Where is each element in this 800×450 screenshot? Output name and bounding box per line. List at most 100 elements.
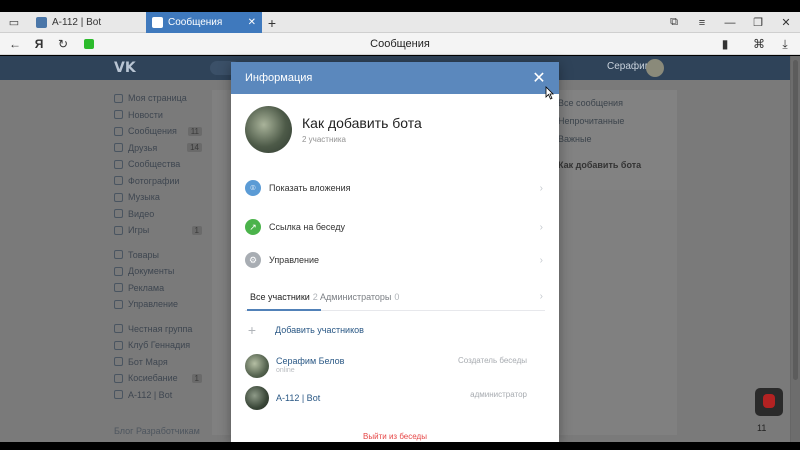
tabs-menu-icon[interactable]: ▭ xyxy=(4,12,24,33)
chat-link-button[interactable]: ↗ Ссылка на беседу › xyxy=(245,217,545,237)
sidebar-item-communities[interactable]: Сообщества xyxy=(114,156,204,173)
tab-messages[interactable]: Сообщения ✕ xyxy=(146,12,262,33)
letterbox-top xyxy=(0,0,800,12)
avatar[interactable] xyxy=(646,59,664,77)
sidebar-item-label: Сообщения xyxy=(128,126,177,137)
reload-icon[interactable]: ↻ xyxy=(54,33,72,55)
left-footer-links[interactable]: Блог Разработчикам xyxy=(114,426,200,436)
member-name[interactable]: A-112 | Bot xyxy=(276,393,320,403)
tab-administrators[interactable]: Администраторы 0 xyxy=(320,287,399,311)
members-tabs: Все участники 2 Администраторы 0 › xyxy=(245,287,545,311)
page-title[interactable]: Сообщения xyxy=(0,33,800,55)
sidebar-item-games[interactable]: Игры 1 xyxy=(114,222,204,239)
filter-important[interactable]: Важные xyxy=(558,134,591,144)
minimize-icon[interactable]: — xyxy=(720,12,740,33)
paperclip-icon: ⌾ xyxy=(245,180,261,196)
leave-chat-button[interactable]: Выйти из беседы xyxy=(231,432,559,441)
new-tab-button[interactable]: + xyxy=(262,12,282,33)
back-arrow-icon[interactable]: ← xyxy=(6,33,24,55)
current-chat-link[interactable]: Как добавить бота xyxy=(558,160,641,170)
avatar[interactable] xyxy=(245,386,269,410)
sidebar-item-group[interactable]: Косиебание 1 xyxy=(114,370,204,387)
tab-label: A-112 | Bot xyxy=(52,17,102,28)
chat-title[interactable]: Как добавить бота xyxy=(302,115,422,131)
news-icon xyxy=(114,110,123,120)
count-badge: 1 xyxy=(191,225,202,235)
restore-icon[interactable]: ❐ xyxy=(748,12,768,33)
show-attachments-button[interactable]: ⌾ Показать вложения › xyxy=(245,178,545,198)
filter-all-messages[interactable]: Все сообщения xyxy=(558,98,623,108)
yandex-icon[interactable]: Я xyxy=(30,33,48,55)
add-members-label: Добавить участников xyxy=(275,325,364,335)
vk-favicon-icon xyxy=(36,17,47,28)
modal-header: Информация ✕ xyxy=(231,62,559,94)
management-button[interactable]: ⚙ Управление › xyxy=(245,250,545,270)
vk-user-name[interactable]: Серафим xyxy=(607,61,652,72)
sidebar-item-label: Друзья xyxy=(128,142,158,153)
sidebar-item-group[interactable]: Бот Маря xyxy=(114,354,204,371)
member-row[interactable]: A-112 | Bot администратор xyxy=(245,386,545,412)
sidebar-item-video[interactable]: Видео xyxy=(114,206,204,223)
games-icon xyxy=(114,225,123,235)
tab-count: 0 xyxy=(394,292,400,302)
count-badge: 1 xyxy=(191,373,202,383)
tab-label: Все участники xyxy=(250,292,310,302)
tab-all-members[interactable]: Все участники 2 xyxy=(247,287,321,311)
chat-avatar[interactable] xyxy=(245,106,292,153)
scroll-thumb[interactable] xyxy=(793,60,798,380)
management-icon xyxy=(114,299,123,309)
sidebar-item-group[interactable]: Честная группа xyxy=(114,321,204,338)
chevron-right-icon: › xyxy=(539,182,543,194)
sidebar-item-friends[interactable]: Друзья 14 xyxy=(114,140,204,157)
chevron-right-icon: › xyxy=(539,254,543,266)
filter-unread[interactable]: Непрочитанные xyxy=(558,116,624,126)
search-icon[interactable]: › xyxy=(540,291,543,302)
ads-icon xyxy=(114,283,123,293)
hamburger-menu-icon[interactable]: ≡ xyxy=(692,12,712,33)
sidebar-item-news[interactable]: Новости xyxy=(114,107,204,124)
plus-icon: + xyxy=(247,322,257,338)
bookmark-icon[interactable]: ▮ xyxy=(716,33,734,55)
sidebar-item-label: Реклама xyxy=(128,282,165,293)
sidebar-item-music[interactable]: Музыка xyxy=(114,189,204,206)
address-bar: ← Я ↻ Сообщения ▮ ⌘ ⤓ xyxy=(0,33,800,55)
sidebar-item-ads[interactable]: Реклама xyxy=(114,280,204,297)
sidebar-item-messages[interactable]: Сообщения 11 xyxy=(114,123,204,140)
sidebar-item-management[interactable]: Управление xyxy=(114,296,204,313)
chat-header: Как добавить бота 2 участника xyxy=(245,106,545,154)
page-scrollbar[interactable] xyxy=(790,56,800,442)
modal-title: Информация xyxy=(245,72,313,84)
sidebar-item-label: Игры xyxy=(128,225,150,236)
group-icon xyxy=(114,357,123,367)
chat-head-avatar[interactable] xyxy=(755,388,783,416)
window-close-icon[interactable]: ✕ xyxy=(776,12,796,33)
member-row[interactable]: Серафим Белов online Создатель беседы xyxy=(245,354,545,380)
sidebar-item-my-page[interactable]: Моя страница xyxy=(114,90,204,107)
group-icon xyxy=(114,324,123,334)
count-badge: 11 xyxy=(187,126,202,136)
chat-member-count: 2 участника xyxy=(302,135,346,144)
arrow-icon: ↗ xyxy=(245,219,261,235)
add-members-button[interactable]: + Добавить участников xyxy=(245,323,364,337)
vk-logo[interactable]: VK xyxy=(114,60,136,76)
info-modal: Информация ✕ Как добавить бота 2 участни… xyxy=(231,62,559,442)
sidebar-item-group[interactable]: A-112 | Bot xyxy=(114,387,204,404)
sidebar-item-label: Новости xyxy=(128,109,163,120)
avatar[interactable] xyxy=(245,354,269,378)
sidebar-item-label: Управление xyxy=(128,299,179,310)
goods-icon xyxy=(114,250,123,260)
member-role: администратор xyxy=(470,390,527,399)
sidebar-item-group[interactable]: Клуб Геннадия xyxy=(114,337,204,354)
extensions-icon[interactable]: ⌘ xyxy=(750,33,768,55)
communities-icon xyxy=(114,159,123,169)
sidebar-item-goods[interactable]: Товары xyxy=(114,247,204,264)
member-name[interactable]: Серафим Белов xyxy=(276,356,344,366)
action-label: Показать вложения xyxy=(269,183,351,193)
tab-close-icon[interactable]: ✕ xyxy=(248,17,256,28)
sidebar-item-photos[interactable]: Фотографии xyxy=(114,173,204,190)
downloads-icon[interactable]: ⤓ xyxy=(776,33,794,55)
tab-bot[interactable]: A-112 | Bot xyxy=(30,12,142,33)
lock-icon xyxy=(84,39,94,49)
sidebar-item-documents[interactable]: Документы xyxy=(114,263,204,280)
collections-icon[interactable]: ⧉ xyxy=(664,12,684,33)
